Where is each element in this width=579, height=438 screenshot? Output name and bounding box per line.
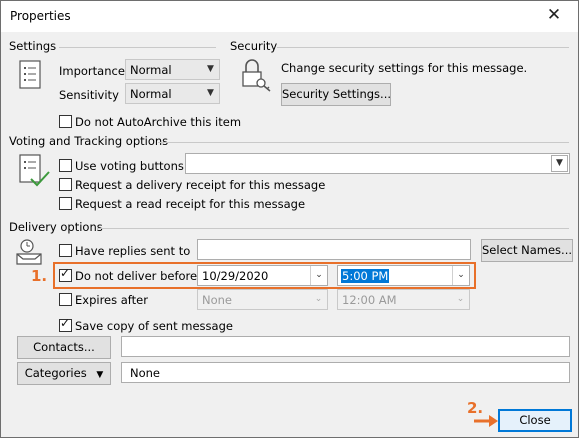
close-button[interactable]: Close: [498, 409, 572, 432]
settings-divider: [59, 47, 216, 48]
do-not-deliver-checkbox[interactable]: [59, 266, 72, 282]
expires-after-label: Expires after: [75, 293, 148, 307]
chevron-down-icon: ⌄: [310, 266, 327, 285]
categories-button[interactable]: Categories ▼: [17, 362, 111, 385]
categories-label: Categories: [24, 366, 87, 380]
contacts-input[interactable]: [121, 336, 570, 357]
sensitivity-value: Normal: [130, 87, 172, 101]
do-not-deliver-label: Do not deliver before: [75, 269, 198, 283]
dialog-title: Properties: [10, 9, 71, 23]
chevron-down-icon: ▼: [96, 370, 104, 380]
do-not-deliver-date: 10/29/2020: [202, 269, 269, 283]
use-voting-checkbox[interactable]: [59, 159, 72, 172]
arrow-right-icon: [474, 415, 498, 427]
voting-check-icon: [19, 154, 50, 187]
expires-date: None: [202, 293, 233, 307]
security-description: Change security settings for this messag…: [281, 61, 528, 75]
security-heading: Security: [230, 39, 278, 53]
delivery-receipt-label: Request a delivery receipt for this mess…: [75, 178, 326, 192]
sensitivity-select[interactable]: Normal ▼: [125, 83, 220, 104]
delivery-divider: [97, 228, 569, 229]
voting-buttons-select[interactable]: ▼: [185, 153, 570, 174]
importance-label: Importance: [59, 64, 125, 78]
document-list-icon: [19, 60, 41, 89]
do-not-deliver-time: 5:00 PM: [341, 269, 390, 283]
expires-date-select[interactable]: None ⌄: [197, 289, 328, 310]
importance-value: Normal: [130, 63, 172, 77]
inbox-delivery-icon: [16, 239, 42, 265]
categories-input[interactable]: None: [121, 362, 570, 383]
title-bar: Properties ✕: [1, 1, 578, 32]
chevron-down-icon: ▼: [207, 64, 214, 74]
use-voting-label: Use voting buttons: [75, 159, 184, 173]
delivery-receipt-checkbox[interactable]: [59, 178, 72, 191]
select-names-button[interactable]: Select Names...: [481, 239, 573, 262]
sensitivity-label: Sensitivity: [59, 88, 119, 102]
expires-after-checkbox[interactable]: [59, 293, 72, 306]
read-receipt-label: Request a read receipt for this message: [75, 197, 306, 211]
lock-key-icon: [242, 59, 271, 92]
delivery-heading: Delivery options: [9, 220, 103, 234]
do-not-deliver-time-select[interactable]: 5:00 PM ⌄: [337, 265, 470, 286]
voting-divider: [158, 142, 569, 143]
importance-select[interactable]: Normal ▼: [125, 59, 220, 80]
do-not-deliver-date-select[interactable]: 10/29/2020 ⌄: [197, 265, 328, 286]
security-settings-button[interactable]: Security Settings...: [281, 83, 391, 106]
close-icon[interactable]: ✕: [544, 5, 564, 25]
have-replies-label: Have replies sent to: [75, 244, 191, 258]
properties-dialog: Properties ✕ Settings Importance Normal …: [0, 0, 579, 438]
voting-heading: Voting and Tracking options: [9, 134, 169, 148]
contacts-button[interactable]: Contacts...: [17, 336, 111, 359]
read-receipt-checkbox[interactable]: [59, 197, 72, 210]
chevron-down-icon: ⌄: [452, 266, 469, 285]
save-copy-label: Save copy of sent message: [75, 319, 233, 333]
do-not-deliver-time-wrap: 5:00 PM: [341, 269, 390, 283]
chevron-down-icon: ⌄: [314, 294, 323, 304]
security-divider: [277, 47, 569, 48]
expires-time-select[interactable]: 12:00 AM ⌄: [337, 289, 470, 310]
chevron-down-icon: ▼: [207, 88, 214, 98]
settings-heading: Settings: [9, 39, 57, 53]
categories-value: None: [130, 366, 161, 380]
chevron-down-icon: ▼: [551, 155, 568, 172]
step-1-marker: 1.: [31, 267, 48, 285]
expires-time: 12:00 AM: [342, 293, 397, 307]
chevron-down-icon: ⌄: [456, 294, 465, 304]
autoarchive-checkbox[interactable]: [59, 115, 72, 128]
autoarchive-label: Do not AutoArchive this item: [75, 115, 242, 129]
have-replies-checkbox[interactable]: [59, 244, 72, 257]
replies-to-input[interactable]: [197, 239, 471, 260]
save-copy-checkbox[interactable]: [59, 316, 72, 332]
